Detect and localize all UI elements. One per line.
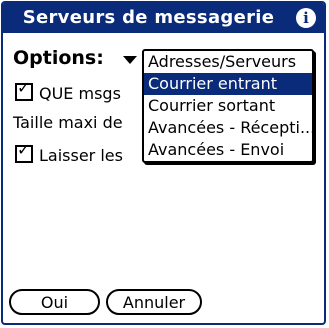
title-bar: Serveurs de messagerie i [3,3,324,33]
dialog-window: Serveurs de messagerie i Options: ✓ QUE … [1,1,326,325]
menu-item-adresses-serveurs[interactable]: Adresses/Serveurs [144,51,312,73]
options-label: Options: [13,47,104,69]
menu-item-courrier-sortant[interactable]: Courrier sortant [144,95,312,117]
dropdown-arrow-icon[interactable] [123,56,137,64]
menu-item-courrier-entrant[interactable]: Courrier entrant [144,73,312,95]
options-selector[interactable]: Options: [13,47,137,71]
laisser-label: Laisser les [39,146,123,165]
taille-label: Taille maxi de [13,113,123,132]
menu-item-avancees-reception[interactable]: Avancées - Récepti... [144,117,312,139]
ok-button[interactable]: Oui [9,289,100,315]
cancel-button[interactable]: Annuler [106,289,202,315]
info-icon[interactable]: i [296,8,316,28]
options-dropdown-menu: Adresses/Serveurs Courrier entrant Courr… [142,49,314,163]
dialog-title: Serveurs de messagerie [22,7,275,28]
que-msgs-row: ✓ QUE msgs [13,78,121,103]
laisser-row: ✓ Laisser les [13,140,123,165]
que-msgs-checkbox[interactable]: ✓ [15,78,33,101]
que-msgs-label: QUE msgs [39,84,121,103]
check-icon: ✓ [17,140,31,159]
check-icon: ✓ [17,78,31,97]
taille-row: Taille maxi de [13,113,123,132]
laisser-checkbox[interactable]: ✓ [15,140,33,163]
menu-item-avancees-envoi[interactable]: Avancées - Envoi [144,139,312,161]
